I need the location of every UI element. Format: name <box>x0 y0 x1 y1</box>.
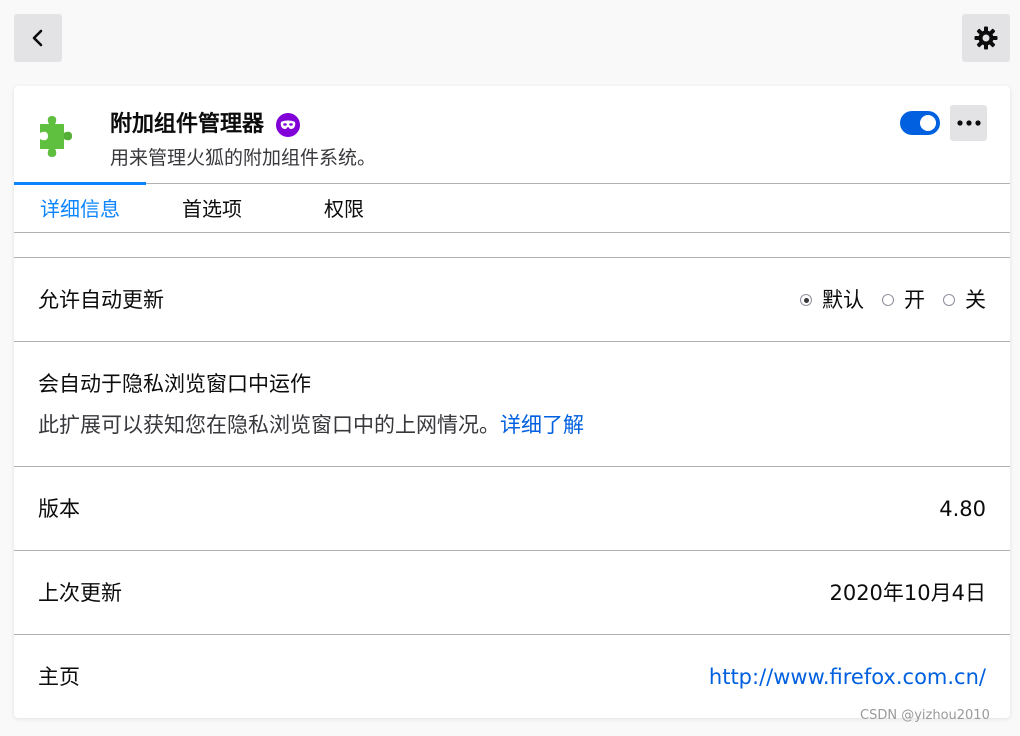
last-updated-row: 上次更新 2020年10月4日 <box>14 550 1010 634</box>
more-options-button[interactable] <box>950 105 987 141</box>
mask-icon <box>280 120 296 129</box>
learn-more-link[interactable]: 详细了解 <box>500 413 584 437</box>
private-browsing-label: 会自动于隐私浏览窗口中运作 <box>38 372 311 396</box>
last-updated-value: 2020年10月4日 <box>829 581 986 605</box>
extension-enable-toggle[interactable] <box>900 111 940 135</box>
radio-label: 默认 <box>822 288 864 312</box>
top-bar <box>0 0 1020 76</box>
tab-preferences[interactable]: 首选项 <box>146 184 278 232</box>
radio-button[interactable] <box>943 294 955 306</box>
private-browsing-badge <box>276 113 301 137</box>
version-label: 版本 <box>38 497 80 521</box>
version-value: 4.80 <box>939 497 986 521</box>
last-updated-label: 上次更新 <box>38 581 122 605</box>
homepage-label: 主页 <box>38 665 80 689</box>
auto-update-radio-group: 默认 开 关 <box>800 285 986 315</box>
radio-label: 开 <box>904 288 925 312</box>
chevron-left-icon <box>32 29 43 47</box>
auto-update-on-option[interactable]: 开 <box>882 285 925 315</box>
radio-button[interactable] <box>800 294 812 306</box>
homepage-row: 主页 http://www.firefox.com.cn/ <box>14 634 1010 718</box>
extension-name-row: 附加组件管理器 <box>110 108 301 142</box>
back-button[interactable] <box>14 14 62 62</box>
extension-header: 附加组件管理器 用来管理火狐的附加组件系统。 <box>14 86 1010 184</box>
tab-details[interactable]: 详细信息 <box>14 182 146 232</box>
extension-name: 附加组件管理器 <box>110 112 265 137</box>
version-row: 版本 4.80 <box>14 466 1010 550</box>
radio-label: 关 <box>965 288 986 312</box>
radio-button[interactable] <box>882 294 894 306</box>
auto-update-row: 允许自动更新 默认 开 关 <box>14 257 1010 341</box>
extension-description: 用来管理火狐的附加组件系统。 <box>110 147 377 169</box>
private-browsing-description: 此扩展可以获知您在隐私浏览窗口中的上网情况。详细了解 <box>38 410 584 440</box>
puzzle-piece-icon <box>40 116 72 157</box>
private-browsing-text: 此扩展可以获知您在隐私浏览窗口中的上网情况。 <box>38 413 500 437</box>
settings-button[interactable] <box>962 14 1010 62</box>
auto-update-default-option[interactable]: 默认 <box>800 285 864 315</box>
private-browsing-row: 会自动于隐私浏览窗口中运作 此扩展可以获知您在隐私浏览窗口中的上网情况。详细了解 <box>14 341 1010 466</box>
gear-icon <box>974 26 998 50</box>
homepage-link[interactable]: http://www.firefox.com.cn/ <box>709 662 986 692</box>
ellipsis-icon <box>956 120 981 126</box>
auto-update-label: 允许自动更新 <box>38 288 164 312</box>
tab-permissions[interactable]: 权限 <box>278 184 410 232</box>
watermark: CSDN @yizhou2010 <box>860 708 990 723</box>
details-tabs: 详细信息 首选项 权限 <box>14 182 1010 233</box>
auto-update-off-option[interactable]: 关 <box>943 285 986 315</box>
extension-details-card: 附加组件管理器 用来管理火狐的附加组件系统。 详细信息 首选项 权限 允许自动更 <box>14 86 1010 718</box>
